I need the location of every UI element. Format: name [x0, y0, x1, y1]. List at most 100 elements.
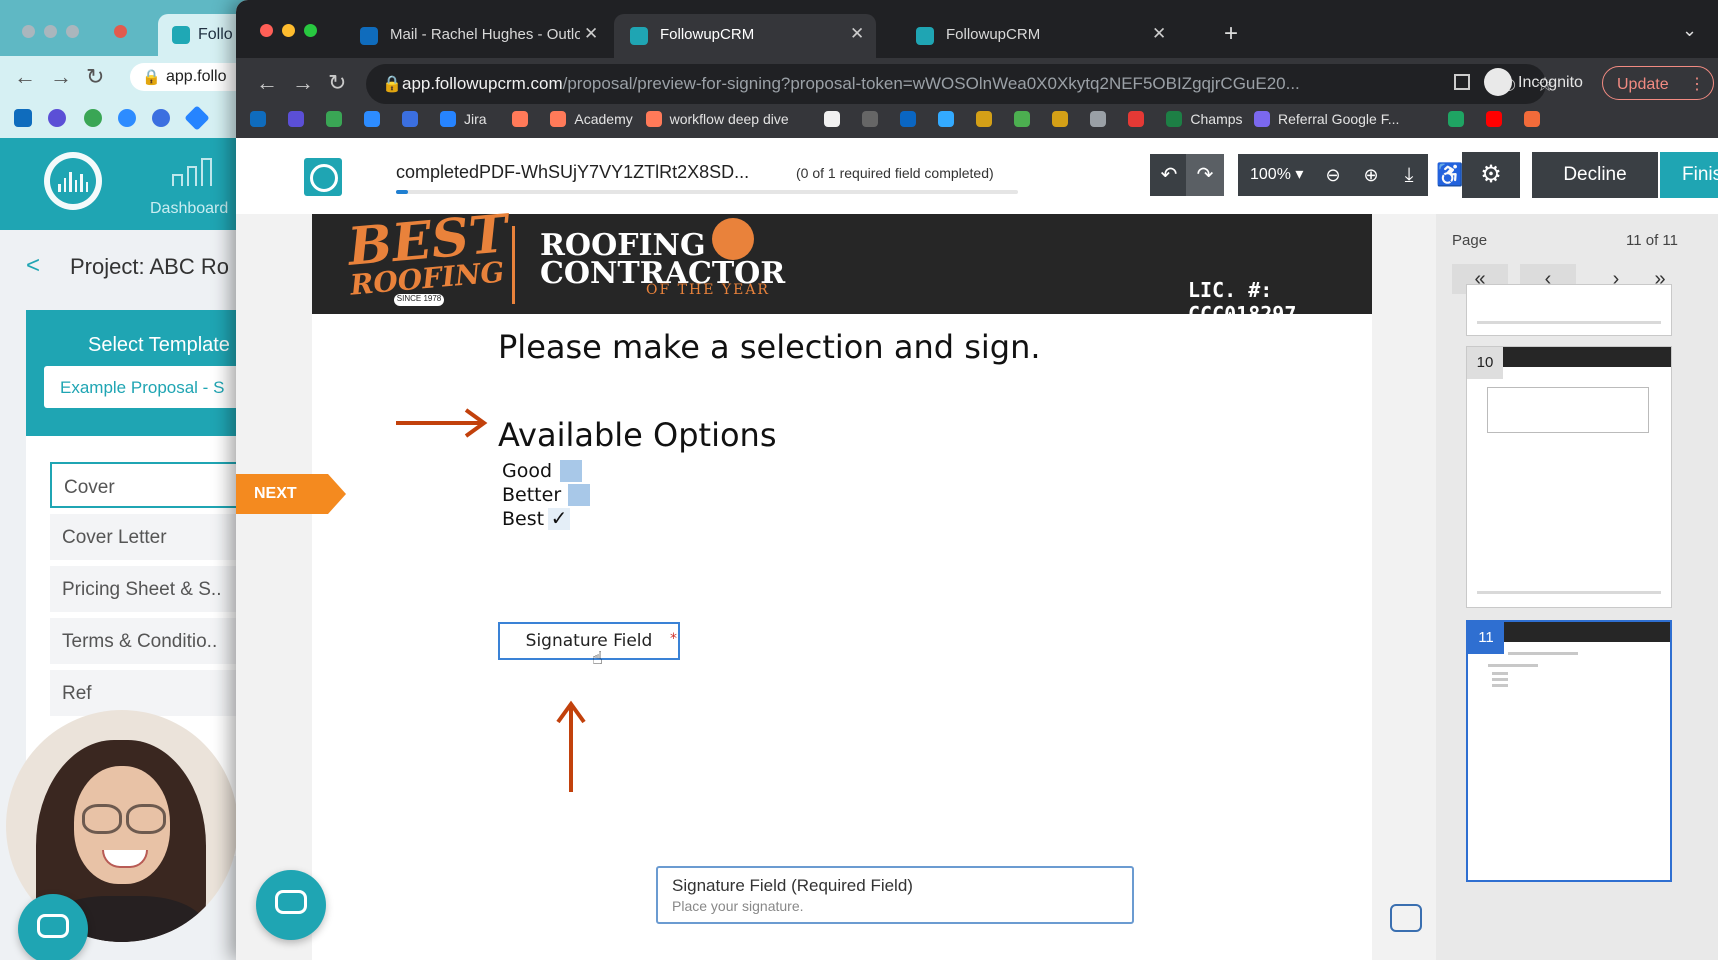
bookmark-item[interactable] — [1128, 108, 1152, 130]
page-thumbnail-11[interactable]: 11 — [1466, 620, 1672, 882]
download-icon[interactable]: ⤓ — [1390, 154, 1428, 196]
close-window-icon[interactable] — [260, 24, 273, 37]
back-arrow-icon[interactable]: ← — [256, 70, 278, 96]
bookmark-label: Champs — [1190, 111, 1243, 127]
bookmark-item[interactable] — [900, 108, 924, 130]
option-label-best: Best — [502, 508, 545, 530]
leaf-bookmark-icon[interactable] — [84, 109, 102, 127]
bookmark-favicon-icon — [1486, 111, 1502, 127]
bookmark-label: Referral Google F... — [1278, 111, 1400, 127]
close-tab-icon[interactable]: ✕ — [1152, 24, 1166, 44]
back-chevron-icon[interactable]: < — [26, 252, 40, 280]
bookmark-item[interactable] — [364, 108, 388, 130]
close-tab-icon[interactable]: ✕ — [584, 24, 598, 44]
forward-arrow-icon[interactable]: → — [292, 70, 314, 96]
close-window-icon[interactable] — [22, 25, 35, 38]
hand-cursor-icon: ☝ — [592, 648, 603, 669]
outlook-bookmark-icon[interactable] — [14, 109, 32, 127]
finish-button[interactable]: Finish — [1660, 152, 1718, 198]
option-checkbox-good[interactable] — [560, 460, 582, 482]
bookmark-item[interactable] — [250, 108, 274, 130]
bookmark-item[interactable] — [326, 108, 350, 130]
bookmark-item[interactable] — [1486, 108, 1510, 130]
bookmark-item[interactable] — [1448, 108, 1472, 130]
license-number: LIC. #: CCC018297 — [1188, 278, 1297, 326]
bookmark-item[interactable] — [862, 108, 886, 130]
logo-inner — [50, 158, 96, 204]
tab-title: FollowupCRM — [946, 26, 1041, 43]
new-tab-icon[interactable]: + — [1224, 20, 1238, 48]
feedback-icon[interactable] — [1390, 904, 1422, 932]
outlook-favicon-icon — [360, 27, 378, 45]
reload-icon[interactable]: ↻ — [86, 64, 104, 90]
maximize-window-icon[interactable] — [66, 25, 79, 38]
bookmark-item[interactable]: workflow deep dive — [645, 108, 789, 130]
redo-icon[interactable]: ↷ — [1186, 154, 1224, 196]
bookmark-item[interactable] — [512, 108, 536, 130]
bookmark-item[interactable] — [1052, 108, 1076, 130]
accessibility-icon[interactable]: ♿ — [1436, 162, 1463, 188]
settings-gear-icon[interactable]: ⚙ — [1462, 152, 1520, 198]
followupcrm-logo[interactable] — [44, 152, 102, 210]
bookmark-item[interactable] — [938, 108, 962, 130]
chevron-down-icon[interactable]: ⌄ — [1682, 20, 1697, 41]
completion-progress-bar — [396, 190, 1018, 194]
page-thumbnail-9[interactable] — [1466, 284, 1672, 336]
next-field-button[interactable]: NEXT — [236, 474, 346, 514]
required-asterisk-icon: * — [670, 631, 677, 647]
lock-icon: 🔒 — [142, 69, 161, 86]
tab-followupcrm-active[interactable]: FollowupCRM ✕ — [614, 14, 876, 58]
bookmark-item[interactable] — [288, 108, 312, 130]
address-bar[interactable]: 🔒 app.followupcrm.com/proposal/preview-f… — [366, 64, 1554, 104]
bookmark-item[interactable] — [976, 108, 1000, 130]
dashboard-icon[interactable] — [172, 156, 213, 186]
bookmark-item[interactable] — [1014, 108, 1038, 130]
bookmark-item[interactable]: Referral Google F... — [1254, 108, 1399, 130]
jira-bookmark-icon[interactable] — [184, 105, 210, 131]
reload-icon[interactable]: ↻ — [328, 70, 346, 96]
signature-field-tooltip[interactable]: Signature Field (Required Field) Place y… — [656, 866, 1134, 924]
bookmark-favicon-icon — [250, 111, 266, 127]
bookmark-item[interactable]: Champs — [1166, 108, 1243, 130]
minimize-window-icon[interactable] — [282, 24, 295, 37]
maximize-window-icon[interactable] — [304, 24, 317, 37]
bookmark-favicon-icon — [862, 111, 879, 127]
bookmark-item[interactable]: Jira — [440, 108, 487, 130]
incognito-icon[interactable] — [1484, 68, 1512, 96]
bookmark-item[interactable] — [1524, 108, 1548, 130]
side-panel-icon[interactable] — [1454, 74, 1470, 90]
option-checkbox-better[interactable] — [568, 484, 590, 506]
bookmark-item[interactable] — [402, 108, 426, 130]
back-tab-title: Follo — [198, 26, 233, 43]
globe-bookmark-icon[interactable] — [152, 109, 170, 127]
undo-icon[interactable]: ↶ — [1150, 154, 1188, 196]
tab-outlook-mail[interactable]: Mail - Rachel Hughes - Outlook ✕ — [344, 14, 604, 58]
decline-button[interactable]: Decline — [1532, 152, 1658, 198]
back-arrow-icon[interactable]: ← — [14, 64, 36, 90]
required-field-status: (0 of 1 required field completed) — [796, 165, 994, 181]
c-bookmark-icon[interactable] — [118, 109, 136, 127]
option-checkbox-best[interactable]: ✓ — [548, 508, 570, 530]
tab-followupcrm[interactable]: FollowupCRM ✕ — [900, 14, 1200, 58]
zoom-in-icon[interactable]: ⊕ — [1352, 154, 1390, 196]
bookmark-item[interactable]: Academy — [550, 108, 633, 130]
signature-field[interactable]: Signature Field * ☝ — [498, 622, 680, 669]
zoom-out-icon[interactable]: ⊖ — [1314, 154, 1352, 196]
bookmark-label: Jira — [464, 111, 487, 127]
dashboard-nav-label[interactable]: Dashboard — [150, 200, 228, 218]
page-thumbnail-10[interactable]: 10 — [1466, 346, 1672, 608]
back-chat-button[interactable] — [18, 894, 88, 960]
update-button[interactable]: Update ⋮ — [1602, 66, 1714, 100]
profile-label[interactable]: Incognito — [1518, 74, 1583, 92]
bookmark-favicon-icon — [1014, 111, 1031, 127]
zoom-select[interactable]: 100% ▾ — [1238, 154, 1314, 196]
forward-arrow-icon[interactable]: → — [50, 64, 72, 90]
bookmark-item[interactable] — [1090, 108, 1114, 130]
gear-bookmark-icon[interactable] — [48, 109, 66, 127]
bookmark-item[interactable] — [824, 108, 848, 130]
chat-button[interactable] — [256, 870, 326, 940]
lock-icon[interactable]: 🔒 — [382, 74, 402, 94]
page-count: 11 of 11 — [1626, 232, 1678, 249]
minimize-window-icon[interactable] — [44, 25, 57, 38]
close-tab-icon[interactable]: ✕ — [850, 24, 864, 44]
